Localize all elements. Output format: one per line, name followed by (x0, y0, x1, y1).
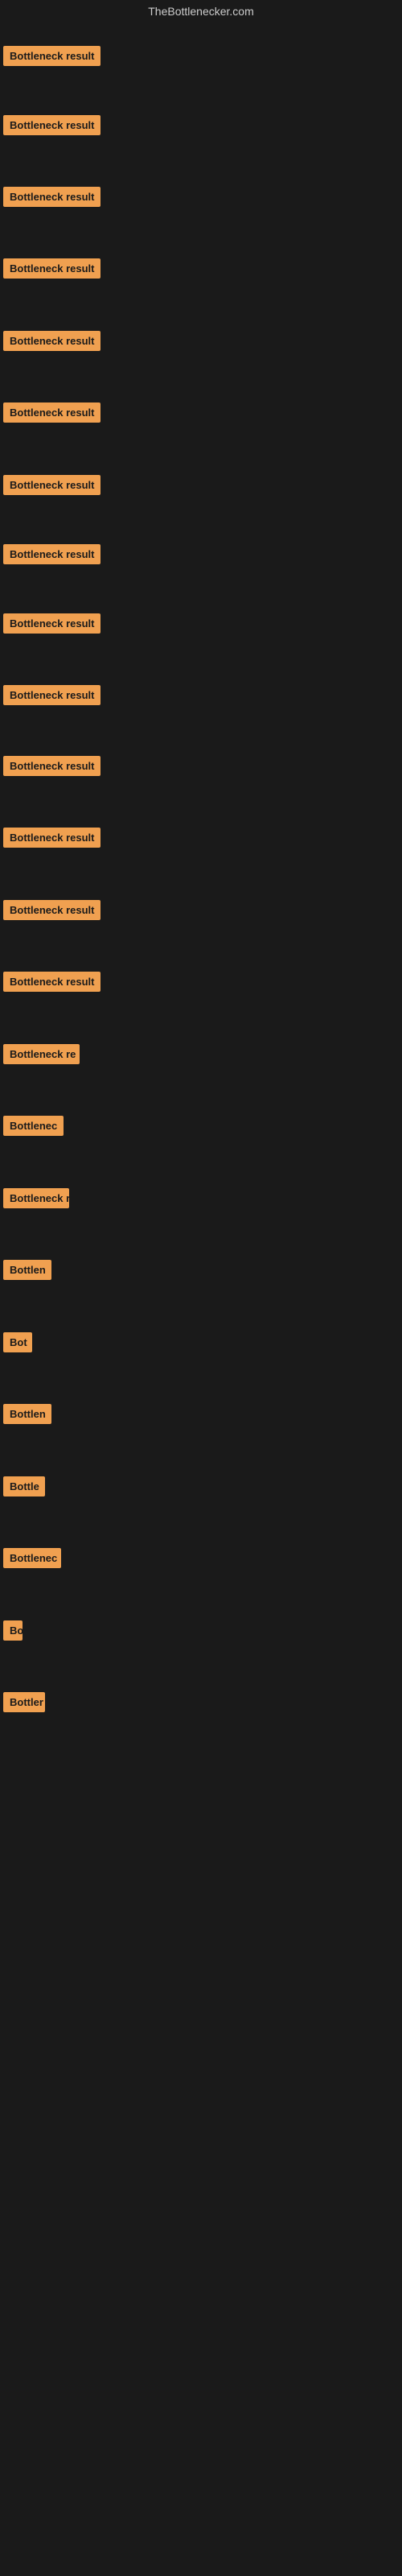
bottleneck-item-8[interactable]: Bottleneck result (3, 544, 100, 568)
bottleneck-item-17[interactable]: Bottleneck r (3, 1188, 69, 1212)
bottleneck-item-22[interactable]: Bottlenec (3, 1548, 61, 1572)
bottleneck-item-19[interactable]: Bot (3, 1332, 32, 1356)
bottleneck-badge-17[interactable]: Bottleneck r (3, 1188, 69, 1208)
bottleneck-badge-13[interactable]: Bottleneck result (3, 900, 100, 920)
bottleneck-item-21[interactable]: Bottle (3, 1476, 45, 1501)
bottleneck-badge-12[interactable]: Bottleneck result (3, 828, 100, 848)
bottleneck-badge-21[interactable]: Bottle (3, 1476, 45, 1496)
bottleneck-badge-3[interactable]: Bottleneck result (3, 187, 100, 207)
bottleneck-badge-11[interactable]: Bottleneck result (3, 756, 100, 776)
bottleneck-badge-22[interactable]: Bottlenec (3, 1548, 61, 1568)
bottleneck-item-24[interactable]: Bottler (3, 1692, 45, 1716)
bottleneck-badge-4[interactable]: Bottleneck result (3, 258, 100, 279)
bottleneck-item-11[interactable]: Bottleneck result (3, 756, 100, 780)
bottleneck-item-14[interactable]: Bottleneck result (3, 972, 100, 996)
bottleneck-badge-15[interactable]: Bottleneck re (3, 1044, 80, 1064)
bottleneck-item-16[interactable]: Bottlenec (3, 1116, 64, 1140)
bottleneck-item-6[interactable]: Bottleneck result (3, 402, 100, 427)
site-title-text: TheBottlenecker.com (148, 5, 254, 18)
bottleneck-item-5[interactable]: Bottleneck result (3, 331, 100, 355)
bottleneck-item-7[interactable]: Bottleneck result (3, 475, 100, 499)
bottleneck-badge-20[interactable]: Bottlen (3, 1404, 51, 1424)
items-container (0, 23, 402, 35)
bottleneck-badge-6[interactable]: Bottleneck result (3, 402, 100, 423)
bottleneck-item-20[interactable]: Bottlen (3, 1404, 51, 1428)
bottleneck-badge-24[interactable]: Bottler (3, 1692, 45, 1712)
bottleneck-badge-8[interactable]: Bottleneck result (3, 544, 100, 564)
bottleneck-badge-10[interactable]: Bottleneck result (3, 685, 100, 705)
bottleneck-item-10[interactable]: Bottleneck result (3, 685, 100, 709)
bottleneck-item-9[interactable]: Bottleneck result (3, 613, 100, 638)
bottleneck-item-12[interactable]: Bottleneck result (3, 828, 100, 852)
bottleneck-item-2[interactable]: Bottleneck result (3, 115, 100, 139)
bottleneck-item-23[interactable]: Bo (3, 1620, 23, 1645)
bottleneck-badge-2[interactable]: Bottleneck result (3, 115, 100, 135)
bottleneck-item-4[interactable]: Bottleneck result (3, 258, 100, 283)
bottleneck-item-15[interactable]: Bottleneck re (3, 1044, 80, 1068)
bottleneck-badge-18[interactable]: Bottlen (3, 1260, 51, 1280)
bottleneck-badge-9[interactable]: Bottleneck result (3, 613, 100, 634)
bottleneck-badge-5[interactable]: Bottleneck result (3, 331, 100, 351)
bottleneck-item-3[interactable]: Bottleneck result (3, 187, 100, 211)
bottleneck-badge-23[interactable]: Bo (3, 1620, 23, 1641)
bottleneck-item-18[interactable]: Bottlen (3, 1260, 51, 1284)
bottleneck-badge-1[interactable]: Bottleneck result (3, 46, 100, 66)
bottleneck-badge-14[interactable]: Bottleneck result (3, 972, 100, 992)
bottleneck-badge-7[interactable]: Bottleneck result (3, 475, 100, 495)
bottleneck-badge-16[interactable]: Bottlenec (3, 1116, 64, 1136)
bottleneck-badge-19[interactable]: Bot (3, 1332, 32, 1352)
bottleneck-item-1[interactable]: Bottleneck result (3, 46, 100, 70)
site-title: TheBottlenecker.com (0, 0, 402, 23)
bottleneck-item-13[interactable]: Bottleneck result (3, 900, 100, 924)
